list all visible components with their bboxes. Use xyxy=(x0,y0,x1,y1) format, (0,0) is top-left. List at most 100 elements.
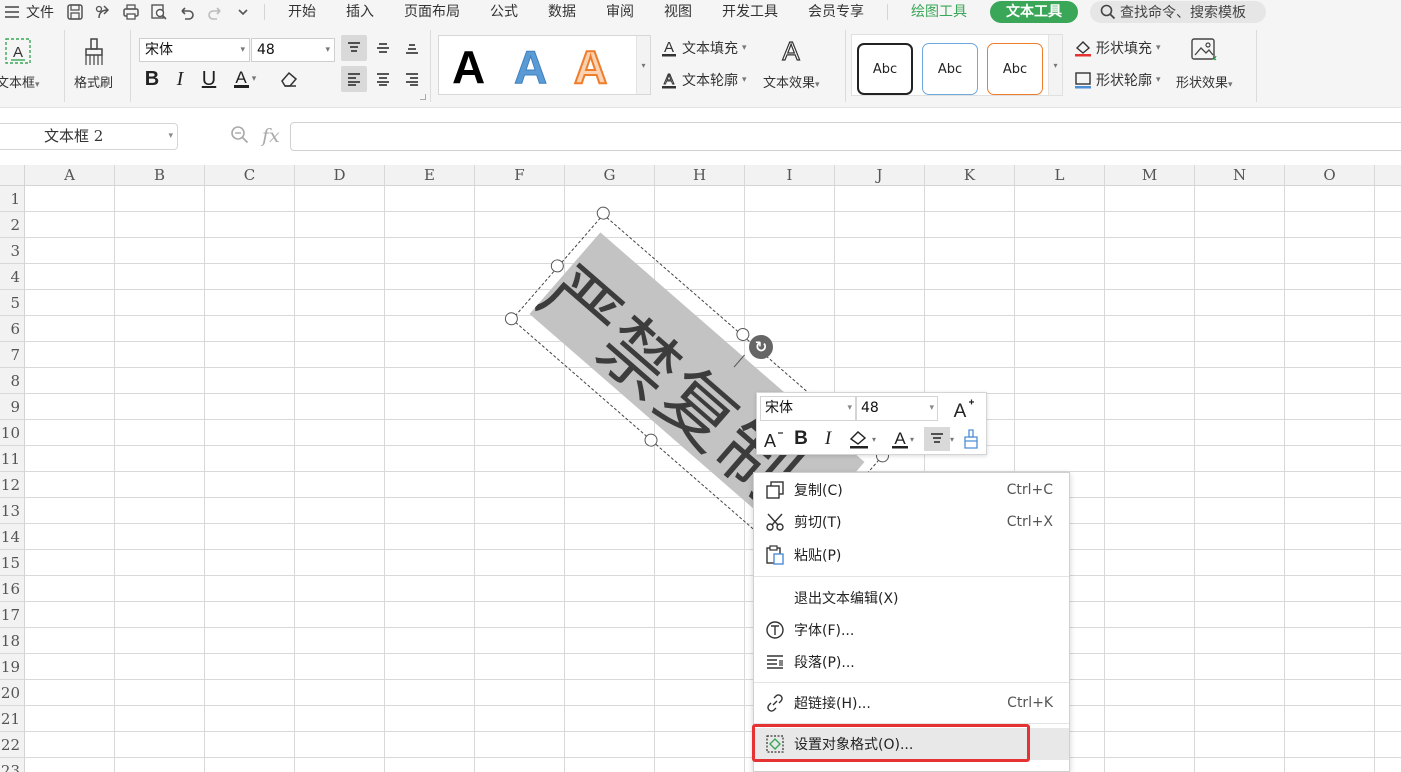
row-header[interactable]: 18 xyxy=(0,628,25,654)
row-header[interactable]: 11 xyxy=(0,446,25,472)
menu-item-exit-text-edit[interactable]: 退出文本编辑(X) xyxy=(754,582,1069,614)
column-header[interactable]: O xyxy=(1285,165,1375,186)
column-header[interactable]: N xyxy=(1195,165,1285,186)
align-bottom-button[interactable] xyxy=(399,35,425,61)
text-style-blue[interactable]: A xyxy=(513,40,547,94)
font-name-select[interactable]: 宋体 ▾ xyxy=(139,38,250,62)
row-header[interactable]: 14 xyxy=(0,524,25,550)
tab-data[interactable]: 数据 xyxy=(533,0,591,24)
menu-item-hyperlink[interactable]: 超链接(H)... Ctrl+K xyxy=(754,687,1069,719)
textbox-button[interactable]: A 文本框▾ xyxy=(0,36,40,91)
formula-input[interactable] xyxy=(290,122,1401,151)
row-header[interactable]: 12 xyxy=(0,472,25,498)
dialog-launcher-icon[interactable] xyxy=(420,94,426,100)
row-header[interactable]: 7 xyxy=(0,342,25,368)
row-header[interactable]: 8 xyxy=(0,368,25,394)
menu-item-cut[interactable]: 剪切(T) Ctrl+X xyxy=(754,506,1069,538)
shape-style-blue[interactable]: Abc xyxy=(922,43,978,95)
mini-fill-color-button[interactable]: ▾ xyxy=(843,426,881,452)
column-header[interactable]: G xyxy=(565,165,655,186)
row-header[interactable]: 4 xyxy=(0,264,25,290)
redo-icon[interactable] xyxy=(202,1,228,23)
italic-button[interactable]: I xyxy=(167,66,193,92)
clear-format-button[interactable] xyxy=(276,66,302,92)
tab-text-tools[interactable]: 文本工具 xyxy=(990,1,1078,23)
mini-font-size-select[interactable]: 48 ▾ xyxy=(856,396,938,421)
tab-formulas[interactable]: 公式 xyxy=(475,0,533,24)
column-header[interactable]: J xyxy=(835,165,925,186)
font-color-button[interactable]: A ▾ xyxy=(226,66,262,92)
column-header[interactable]: D xyxy=(295,165,385,186)
shape-fill-button[interactable]: 形状填充 ▾ xyxy=(1074,38,1161,58)
select-all-corner[interactable] xyxy=(0,165,25,186)
shape-style-black[interactable]: Abc xyxy=(857,43,913,95)
row-header[interactable]: 1 xyxy=(0,186,25,212)
row-header[interactable]: 5 xyxy=(0,290,25,316)
text-style-orange-outline[interactable]: A xyxy=(573,40,608,94)
file-menu[interactable]: 文件 xyxy=(0,2,54,22)
row-header[interactable]: 6 xyxy=(0,316,25,342)
underline-button[interactable]: U xyxy=(196,66,222,92)
row-header[interactable]: 10 xyxy=(0,420,25,446)
text-effects-button[interactable]: A 文本效果▾ xyxy=(763,36,820,91)
column-header[interactable]: M xyxy=(1105,165,1195,186)
gallery-scroll-button[interactable]: ▾ xyxy=(1048,35,1062,95)
row-header[interactable]: 22 xyxy=(0,732,25,758)
mini-font-name-select[interactable]: 宋体 ▾ xyxy=(760,396,856,421)
command-search[interactable]: 查找命令、搜索模板 xyxy=(1090,1,1266,23)
row-header[interactable]: 2 xyxy=(0,212,25,238)
align-left-button[interactable] xyxy=(341,66,367,92)
format-painter-button[interactable]: 格式刷 xyxy=(74,36,113,91)
print-icon[interactable] xyxy=(118,1,144,23)
align-right-button[interactable] xyxy=(399,66,425,92)
row-header[interactable]: 19 xyxy=(0,654,25,680)
menu-item-font[interactable]: 字体(F)... xyxy=(754,614,1069,646)
column-header[interactable]: B xyxy=(115,165,205,186)
save-icon[interactable] xyxy=(62,1,88,23)
rotation-handle[interactable]: ↻ xyxy=(749,335,773,359)
row-header[interactable]: 16 xyxy=(0,576,25,602)
undo-icon[interactable] xyxy=(174,1,200,23)
tab-developer[interactable]: 开发工具 xyxy=(707,0,793,24)
decrease-font-size-button[interactable]: A xyxy=(760,426,786,452)
gallery-scroll-button[interactable]: ▾ xyxy=(636,36,650,94)
export-pdf-icon[interactable] xyxy=(90,1,116,23)
row-header[interactable]: 21 xyxy=(0,706,25,732)
tab-insert[interactable]: 插入 xyxy=(331,0,389,24)
row-header[interactable]: 17 xyxy=(0,602,25,628)
column-header[interactable]: F xyxy=(475,165,565,186)
row-header[interactable]: 9 xyxy=(0,394,25,420)
shape-outline-button[interactable]: 形状轮廓 ▾ xyxy=(1074,70,1161,90)
row-header[interactable]: 23 xyxy=(0,758,25,772)
menu-item-paste[interactable]: 粘贴(P) xyxy=(754,539,1069,571)
mini-bold-button[interactable]: B xyxy=(789,426,813,452)
tab-drawing-tools[interactable]: 绘图工具 xyxy=(896,0,982,24)
column-header[interactable]: I xyxy=(745,165,835,186)
print-preview-icon[interactable] xyxy=(146,1,172,23)
align-center-button[interactable] xyxy=(370,66,396,92)
row-header[interactable]: 20 xyxy=(0,680,25,706)
shape-style-orange[interactable]: Abc xyxy=(987,43,1043,95)
column-header[interactable]: H xyxy=(655,165,745,186)
tab-home[interactable]: 开始 xyxy=(273,0,331,24)
zoom-icon[interactable] xyxy=(230,125,250,145)
mini-italic-button[interactable]: I xyxy=(817,426,839,452)
row-header[interactable]: 13 xyxy=(0,498,25,524)
customize-toolbar-icon[interactable] xyxy=(230,1,256,23)
column-header[interactable]: K xyxy=(925,165,1015,186)
column-header[interactable]: E xyxy=(385,165,475,186)
column-header[interactable]: L xyxy=(1015,165,1105,186)
text-style-black[interactable]: A xyxy=(452,40,485,94)
text-fill-button[interactable]: A 文本填充 ▾ xyxy=(660,38,747,58)
name-box[interactable]: 文本框 2 ▾ xyxy=(0,123,178,150)
align-middle-button[interactable] xyxy=(370,35,396,61)
tab-review[interactable]: 审阅 xyxy=(591,0,649,24)
bold-button[interactable]: B xyxy=(139,66,165,92)
row-header[interactable]: 3 xyxy=(0,238,25,264)
menu-item-copy[interactable]: 复制(C) Ctrl+C xyxy=(754,474,1069,506)
mini-align-button[interactable]: ▾ xyxy=(921,426,957,452)
font-size-select[interactable]: 48 ▾ xyxy=(251,38,335,62)
mini-format-painter-button[interactable] xyxy=(959,426,983,452)
tab-page-layout[interactable]: 页面布局 xyxy=(389,0,475,24)
tab-view[interactable]: 视图 xyxy=(649,0,707,24)
